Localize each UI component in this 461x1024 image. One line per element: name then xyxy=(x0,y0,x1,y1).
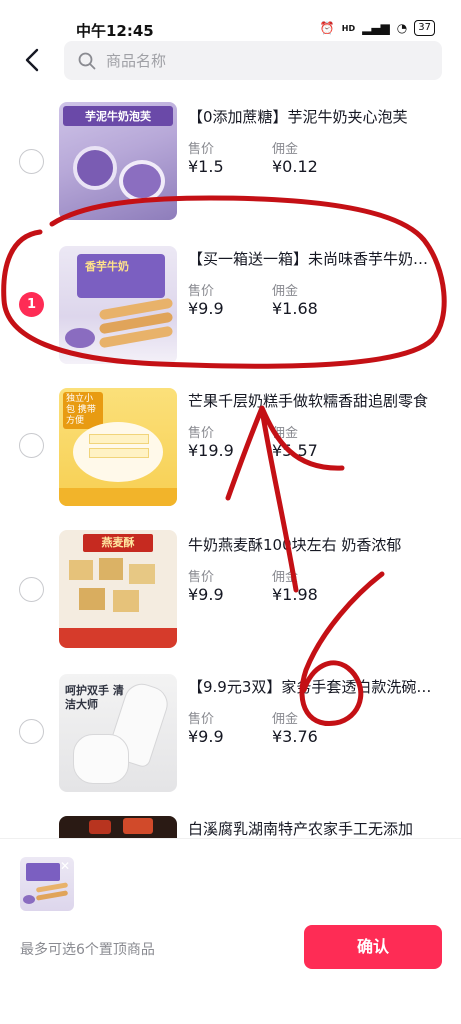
product-title[interactable]: 白溪腐乳湖南特产农家手工无添加 xyxy=(188,818,438,838)
thumbnail-caption: 燕麦酥 xyxy=(83,534,153,552)
alarm-icon: ⏰ xyxy=(319,21,335,35)
price-label: 售价 xyxy=(188,142,215,157)
price-value: ¥1.5 xyxy=(188,157,224,176)
product-title[interactable]: 【买一箱送一箱】未尚味香芋牛奶蛋卷 xyxy=(188,248,438,269)
thumbnail-caption: 香芋牛奶 xyxy=(85,260,129,273)
commission-label: 佣金 xyxy=(272,570,299,585)
confirm-button[interactable]: 确认 xyxy=(304,925,442,969)
signal-icon: ▂▄▆ xyxy=(362,21,390,35)
product-thumbnail: 香芋牛奶 xyxy=(59,246,177,364)
price-value: ¥9.9 xyxy=(188,727,224,746)
thumbnail-caption: 呵护双手 清洁大师 xyxy=(65,684,124,711)
selected-badge[interactable]: 1 xyxy=(19,292,44,317)
price-value: ¥19.9 xyxy=(188,441,234,460)
price-label: 售价 xyxy=(188,712,215,727)
hd-indicator: HD xyxy=(341,23,356,33)
price-label: 售价 xyxy=(188,284,215,299)
product-row[interactable]: 呵护双手 清洁大师 【9.9元3双】家务手套透白款洗碗手套 售价 佣金 ¥9.9… xyxy=(0,672,461,816)
product-thumbnail: 独立小包 携带方便 xyxy=(59,388,177,506)
selection-limit-hint: 最多可选6个置顶商品 xyxy=(20,942,155,958)
back-button[interactable] xyxy=(18,44,46,76)
product-thumbnail: 燕麦酥 xyxy=(59,530,177,648)
commission-label: 佣金 xyxy=(272,284,299,299)
product-list[interactable]: 芋泥牛奶泡芙 【0添加蔗糖】芋泥牛奶夹心泡芙 售价 佣金 ¥1.5 ¥0.12 … xyxy=(0,98,461,838)
price-label: 售价 xyxy=(188,426,215,441)
commission-label: 佣金 xyxy=(272,142,299,157)
commission-label: 佣金 xyxy=(272,426,299,441)
chevron-left-icon xyxy=(25,48,39,72)
search-icon xyxy=(78,52,96,69)
select-radio[interactable] xyxy=(19,577,44,602)
product-row[interactable]: 白溪腐乳湖南特产农家手工无添加 xyxy=(0,814,461,838)
product-row[interactable]: 1 香芋牛奶 【买一箱送一箱】未尚味香芋牛奶蛋卷 售价 佣金 ¥9.9 ¥1.6… xyxy=(0,242,461,386)
commission-value: ¥5.57 xyxy=(272,441,318,460)
selected-product-thumbnail[interactable]: ✕ xyxy=(20,857,74,911)
product-row[interactable]: 独立小包 携带方便 芒果千层奶糕手做软糯香甜追剧零食 售价 佣金 ¥19.9 ¥… xyxy=(0,386,461,530)
commission-value: ¥3.76 xyxy=(272,727,318,746)
product-title[interactable]: 【0添加蔗糖】芋泥牛奶夹心泡芙 xyxy=(188,106,438,127)
product-title[interactable]: 芒果千层奶糕手做软糯香甜追剧零食 xyxy=(188,390,438,411)
bottom-bar: ✕ 最多可选6个置顶商品 确认 xyxy=(0,838,461,1024)
select-radio[interactable] xyxy=(19,719,44,744)
thumbnail-caption: 独立小包 携带方便 xyxy=(63,392,103,429)
price-value: ¥9.9 xyxy=(188,585,224,604)
product-row[interactable]: 芋泥牛奶泡芙 【0添加蔗糖】芋泥牛奶夹心泡芙 售价 佣金 ¥1.5 ¥0.12 xyxy=(0,98,461,242)
remove-selection-close-icon[interactable]: ✕ xyxy=(58,859,72,873)
product-thumbnail: 芋泥牛奶泡芙 xyxy=(59,102,177,220)
wifi-icon: ◔ xyxy=(396,21,408,35)
status-icons: ⏰ HD ▂▄▆ ◔ 37 xyxy=(320,20,435,36)
search-box[interactable] xyxy=(64,41,442,80)
product-title[interactable]: 【9.9元3双】家务手套透白款洗碗手套 xyxy=(188,676,438,697)
status-bar: 中午12:45 ⏰ HD ▂▄▆ ◔ 37 xyxy=(0,0,461,40)
search-input[interactable] xyxy=(106,51,406,70)
product-thumbnail: 呵护双手 清洁大师 xyxy=(59,674,177,792)
thumbnail-caption: 芋泥牛奶泡芙 xyxy=(63,106,173,126)
select-radio[interactable] xyxy=(19,433,44,458)
commission-label: 佣金 xyxy=(272,712,299,727)
product-row[interactable]: 燕麦酥 牛奶燕麦酥100块左右 奶香浓郁 售价 佣金 ¥9.9 ¥1.98 xyxy=(0,528,461,672)
status-time: 中午12:45 xyxy=(76,22,154,40)
commission-value: ¥1.68 xyxy=(272,299,318,318)
price-value: ¥9.9 xyxy=(188,299,224,318)
price-label: 售价 xyxy=(188,570,215,585)
commission-value: ¥0.12 xyxy=(272,157,318,176)
product-thumbnail xyxy=(59,816,177,838)
commission-value: ¥1.98 xyxy=(272,585,318,604)
product-title[interactable]: 牛奶燕麦酥100块左右 奶香浓郁 xyxy=(188,534,438,555)
battery-icon: 37 xyxy=(414,20,435,36)
select-radio[interactable] xyxy=(19,149,44,174)
